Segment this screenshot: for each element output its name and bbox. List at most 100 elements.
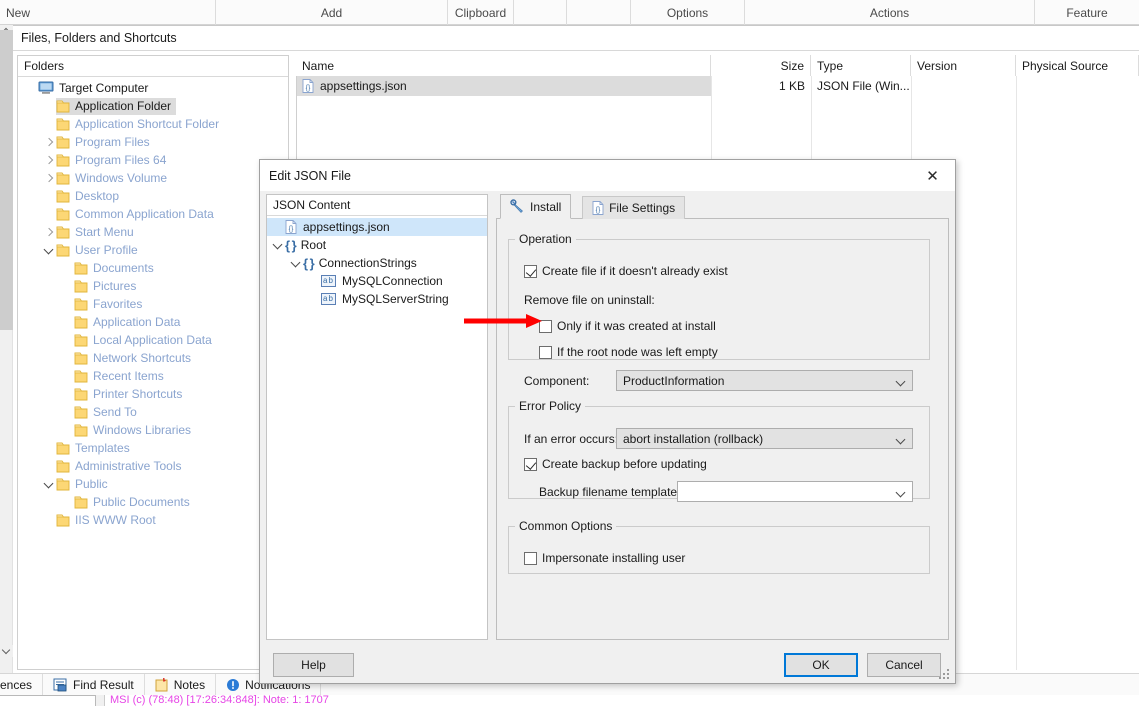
folder-tree-item-label: Windows Libraries [93, 423, 192, 437]
root-node-empty-checkbox-row[interactable]: If the root node was left empty [539, 345, 718, 359]
folder-tree-item-label: Target Computer [59, 81, 149, 95]
folder-tree-item[interactable]: Target Computer [18, 79, 288, 97]
close-icon[interactable]: ✕ [910, 160, 955, 191]
folder-tree-item[interactable]: Printer Shortcuts [18, 385, 288, 403]
chevron-right-icon[interactable] [42, 224, 56, 240]
create-file-checkbox-row[interactable]: Create file if it doesn't already exist [524, 264, 728, 278]
folder-tree-item[interactable]: Local Application Data [18, 331, 288, 349]
chevron-down-icon[interactable] [289, 255, 303, 271]
ribbon-group-label: Actions [869, 5, 910, 20]
tree-item-content: Printer Shortcuts [60, 386, 182, 402]
tab-label: Install [530, 199, 562, 214]
workspace-vertical-scrollbar[interactable] [0, 25, 13, 673]
table-cell-name: {} appsettings.json [296, 76, 711, 96]
ribbon-group-blank-4 [567, 0, 631, 25]
error-action-dropdown[interactable]: abort installation (rollback) [616, 428, 913, 449]
json-tree-node[interactable]: { } Root [267, 236, 487, 254]
folder-tree-item[interactable]: Public [18, 475, 288, 493]
bottom-bar-item-ences[interactable]: ences [0, 673, 44, 696]
cancel-button[interactable]: Cancel [867, 653, 941, 677]
folder-tree-item[interactable]: Program Files [18, 133, 288, 151]
files-column-header-name[interactable]: Name [296, 55, 711, 76]
tab-file-settings[interactable]: {} File Settings [582, 196, 686, 219]
json-content-pane: JSON Content {} appsettings.json{ } Root{ … [266, 194, 488, 640]
folder-icon [74, 262, 88, 275]
folder-tree-item[interactable]: Common Application Data [18, 205, 288, 223]
log-gutter-secondary [96, 695, 105, 706]
json-tree-node[interactable]: {} appsettings.json [267, 218, 487, 236]
folder-icon [74, 406, 88, 419]
root-node-empty-checkbox[interactable] [539, 345, 552, 359]
folder-tree-item[interactable]: Public Documents [18, 493, 288, 511]
create-backup-checkbox[interactable] [524, 457, 537, 471]
ok-button[interactable]: OK [784, 653, 858, 677]
chevron-down-icon[interactable] [271, 237, 285, 253]
files-column-header-type[interactable]: Type [811, 55, 911, 76]
json-tree-node-label: MySQLConnection [342, 274, 443, 288]
folder-tree-item[interactable]: Start Menu [18, 223, 288, 241]
chevron-right-icon[interactable] [42, 152, 56, 168]
table-row[interactable]: {} appsettings.json 1 KB JSON File (Win... [296, 76, 1139, 96]
error-action-value: abort installation (rollback) [623, 431, 764, 446]
table-cell-size: 1 KB [711, 76, 811, 96]
notes-icon [155, 677, 169, 692]
folder-tree-item[interactable]: User Profile [18, 241, 288, 259]
files-rows[interactable]: {} appsettings.json 1 KB JSON File (Win... [296, 76, 1139, 96]
json-tree-node[interactable]: ab MySQLConnection [267, 272, 487, 290]
scrollbar-thumb[interactable] [0, 30, 13, 330]
json-content-tree[interactable]: {} appsettings.json{ } Root{ } ConnectionSt… [267, 216, 487, 308]
bottom-bar-item-notes[interactable]: Notes [145, 673, 217, 696]
scroll-down-arrow-icon[interactable] [0, 645, 13, 657]
tab-install[interactable]: Install [500, 194, 572, 219]
folder-tree-item[interactable]: Application Folder [18, 97, 288, 115]
impersonate-checkbox[interactable] [524, 551, 537, 565]
folder-tree-item[interactable]: Network Shortcuts [18, 349, 288, 367]
json-tree-node[interactable]: { } ConnectionStrings [267, 254, 487, 272]
files-column-header-version[interactable]: Version [911, 55, 1016, 76]
folder-tree-item[interactable]: Application Shortcut Folder [18, 115, 288, 133]
chevron-right-icon[interactable] [42, 170, 56, 186]
folder-tree-item[interactable]: Send To [18, 403, 288, 421]
folder-tree-item[interactable]: Administrative Tools [18, 457, 288, 475]
tree-item-content: Public Documents [60, 494, 190, 510]
folder-tree-item[interactable]: Application Data [18, 313, 288, 331]
folder-tree-item[interactable]: Recent Items [18, 367, 288, 385]
tree-item-content: User Profile [42, 242, 138, 258]
folder-tree-item[interactable]: Favorites [18, 295, 288, 313]
folder-icon [56, 118, 70, 131]
folders-tree[interactable]: Target Computer Application Folder Applica… [18, 77, 288, 529]
files-column-header-size[interactable]: Size [711, 55, 811, 76]
folder-tree-item[interactable]: Windows Libraries [18, 421, 288, 439]
tab-strip[interactable]: Install {} File Settings [496, 194, 949, 219]
impersonate-checkbox-row[interactable]: Impersonate installing user [524, 551, 685, 565]
folder-tree-item[interactable]: Templates [18, 439, 288, 457]
json-tree-node[interactable]: ab MySQLServerString [267, 290, 487, 308]
files-column-header-physical-source[interactable]: Physical Source [1016, 55, 1139, 76]
component-dropdown[interactable]: ProductInformation [616, 370, 913, 391]
folder-tree-item[interactable]: Documents [18, 259, 288, 277]
files-column-headers[interactable]: Name Size Type Version Physical Source [296, 55, 1139, 76]
chevron-right-icon[interactable] [42, 134, 56, 150]
create-backup-checkbox-row[interactable]: Create backup before updating [524, 457, 707, 471]
chevron-down-icon[interactable] [42, 242, 56, 258]
chevron-down-icon[interactable] [42, 476, 56, 492]
only-if-created-checkbox-row[interactable]: Only if it was created at install [539, 319, 716, 333]
edit-json-file-dialog: Edit JSON File ✕ JSON Content {} appsetti… [259, 159, 956, 684]
table-cell-source [1016, 76, 1139, 96]
folder-tree-item[interactable]: Program Files 64 [18, 151, 288, 169]
backup-template-dropdown[interactable] [677, 481, 913, 502]
tree-item-content: Templates [42, 440, 130, 456]
bottom-bar-item-find-result[interactable]: Find Result [43, 673, 145, 696]
create-file-checkbox[interactable] [524, 264, 537, 278]
help-button[interactable]: Help [273, 653, 354, 677]
json-tree-node-label: Root [300, 238, 327, 252]
folder-tree-item[interactable]: IIS WWW Root [18, 511, 288, 529]
resize-grip[interactable] [939, 669, 951, 681]
folder-tree-item[interactable]: Windows Volume [18, 169, 288, 187]
folder-tree-item[interactable]: Desktop [18, 187, 288, 205]
folder-tree-item[interactable]: Pictures [18, 277, 288, 295]
